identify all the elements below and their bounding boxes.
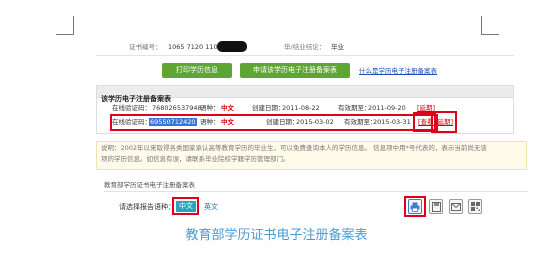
lang-label: 语种： [200,104,220,112]
print-education-button[interactable]: 打印学历信息 [162,63,232,78]
crop-mark [481,34,499,35]
conclusion-value: 毕业 [331,43,344,51]
report-lang-label: 请选择报告语种： [119,203,175,211]
cert-no-label: 证书编号： [129,43,162,51]
crop-mark [73,16,74,35]
highlight-box-row [110,114,438,131]
code-value: 768026537948 [152,104,202,112]
created-label: 创建日期： [252,104,285,112]
valid-label: 有效期至： [338,104,371,112]
qr-code-icon[interactable] [468,199,482,214]
section-divider [104,191,528,192]
crop-mark [56,34,74,35]
save-icon[interactable] [429,199,443,214]
what-is-record-link[interactable]: 什么是学历电子注册备案表 [359,67,437,75]
lang-option-english[interactable]: 英文 [204,203,218,212]
record-heading: 教育部学历证书电子注册备案表 [185,228,368,243]
note-line-1: 说明：2002年以来取得各类国家承认高等教育学历的毕业生，可以免费查询本人的学历… [101,144,487,152]
valid-value: 2011-09-20 [368,104,406,112]
created-value: 2011-08-22 [282,104,320,112]
highlight-box-print [404,196,426,217]
highlight-box-chinese [172,197,199,215]
code-label: 在线验证码： [112,104,151,112]
highlight-box-extend [431,111,457,133]
record-table-title: 该学历电子注册备案表 [101,95,171,103]
crop-mark [481,16,482,35]
conclusion-label: 毕/结业结论： [284,43,326,51]
lang-value: 中文 [221,104,234,112]
note-box: 说明：2002年以来取得各类国家承认高等教育学历的毕业生，可以免费查询本人的学历… [96,141,527,170]
cert-info-row: 证书编号： 1065 7120 1105 毕/结业结论： 毕业 [96,40,514,56]
apply-record-button[interactable]: 申请该学历电子注册备案表 [240,63,350,78]
redaction-block [217,41,247,52]
email-icon[interactable] [449,199,463,214]
note-line-2: 项的学历信息。如信息有误，请联系毕业院校学籍学历管理部门。 [101,155,290,163]
record-table-header: 该学历电子注册备案表 [97,86,513,103]
cert-no-value: 1065 7120 1105 [168,43,222,51]
section-title: 教育部学历证书电子注册备案表 [104,181,195,189]
